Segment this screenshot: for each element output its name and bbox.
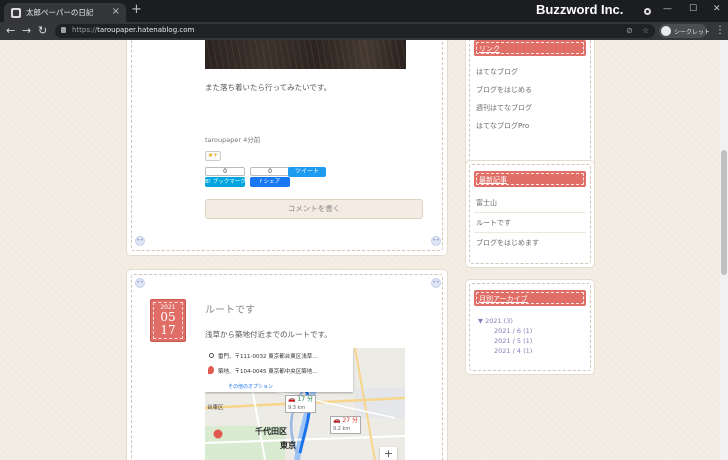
origin-icon (209, 353, 214, 358)
lock-icon (61, 27, 66, 33)
route-origin: 雷門、〒111-0032 東京都台東区浅草... (218, 354, 318, 360)
sidebar-recent-module: 最新記事 富士山 ルートです ブログをはじめます (466, 161, 594, 267)
date-month: 05 (160, 310, 176, 324)
divider (474, 212, 586, 213)
map-label: 千代田区 (255, 427, 287, 436)
corner-decoration-icon: •• (431, 236, 441, 246)
map-label: 東京 (280, 441, 296, 450)
sidebar-link[interactable]: ブログをはじめる (476, 85, 532, 95)
sidebar-archive-heading[interactable]: 月別アーカイブ (474, 290, 586, 306)
article-text: また落ち着いたら行ってみたいです。 (205, 83, 332, 92)
entry-title[interactable]: ルートです (205, 301, 255, 316)
map-label: 台東区 (207, 405, 224, 411)
url-text[interactable]: https://taroupaper.hatenablog.com (72, 26, 194, 34)
tab-title: 太郎ペーパーの日記 (26, 8, 94, 17)
maximize-icon[interactable]: ☐ (689, 2, 697, 16)
article-text: 浅草から築地付近までのルートです。 (205, 330, 332, 339)
divider (474, 232, 586, 233)
reload-icon[interactable]: ↻ (38, 23, 47, 39)
archive-month-link[interactable]: 2021 / 5 (1) (494, 337, 532, 345)
post-image (205, 40, 406, 69)
recent-entry-link[interactable]: ルートです (476, 218, 511, 228)
date-day: 17 (160, 323, 176, 337)
hatena-count: 0 (205, 167, 245, 176)
recent-entry-link[interactable]: 富士山 (476, 198, 497, 208)
sidebar-archive-module: 月別アーカイブ ▼ 2021 (3) 2021 / 6 (1) 2021 / 5… (466, 280, 594, 374)
sidebar-recent-heading[interactable]: 最新記事 (474, 171, 586, 187)
blog-favicon-icon (11, 8, 21, 18)
date-badge: 2021 05 17 (150, 299, 186, 342)
tab-close-icon[interactable]: × (112, 5, 120, 19)
incognito-icon (661, 26, 671, 36)
browser-titlebar: 太郎ペーパーの日記 × + Buzzword Inc. — ☐ ✕ (0, 0, 728, 22)
page-scrollbar[interactable] (720, 40, 728, 460)
kebab-icon[interactable]: ⋮ (715, 23, 725, 39)
sidebar-links-heading[interactable]: リンク (474, 40, 586, 56)
car-icon: 🚗 (333, 417, 341, 424)
record-icon (644, 8, 651, 15)
eye-off-icon[interactable]: ⊘ (626, 25, 633, 37)
directions-panel: 雷門、〒111-0032 東京都台東区浅草... 築地、〒104-0045 東京… (205, 348, 353, 392)
scrollbar-thumb[interactable] (721, 150, 727, 275)
sidebar-link[interactable]: はてなブログPro (476, 121, 529, 131)
article-card (127, 40, 447, 255)
archive-month-link[interactable]: 2021 / 4 (1) (494, 347, 532, 355)
profile-label: シークレット (674, 29, 711, 36)
destination-pin-icon (208, 366, 214, 374)
add-star-button[interactable]: ★+ (205, 151, 221, 161)
route-map[interactable]: 雷門、〒111-0032 東京都台東区浅草... 築地、〒104-0045 東京… (205, 348, 405, 460)
write-comment-button[interactable]: コメントを書く (205, 199, 423, 219)
incognito-profile-button[interactable]: シークレット (659, 24, 711, 38)
recent-entry-link[interactable]: ブログをはじめます (476, 238, 539, 248)
back-icon[interactable]: ← (6, 23, 15, 39)
minimize-icon[interactable]: — (663, 2, 672, 16)
sidebar-link[interactable]: 週刊はてなブログ (476, 103, 532, 113)
facebook-share-button[interactable]: f シェア (250, 177, 290, 187)
page-viewport: また落ち着いたら行ってみたいです。 taroupaper 4分前 ★+ 0 B!… (0, 40, 720, 460)
browser-toolbar: ← → ↻ https://taroupaper.hatenablog.com … (0, 22, 728, 40)
facebook-count: 0 (250, 167, 290, 176)
hatena-bookmark-button[interactable]: B! ブックマーク (205, 177, 246, 187)
tweet-button[interactable]: ツイート (288, 167, 326, 177)
archive-year-toggle[interactable]: ▼ 2021 (3) (478, 317, 513, 325)
route-option-2[interactable]: 🚗 27 分 9.2 km (330, 416, 361, 434)
corner-decoration-icon: •• (431, 278, 441, 288)
star-icon[interactable]: ☆ (642, 25, 649, 37)
archive-month-link[interactable]: 2021 / 6 (1) (494, 327, 532, 335)
sidebar-link[interactable]: はてなブログ (476, 67, 518, 77)
close-icon[interactable]: ✕ (713, 2, 721, 16)
browser-tab[interactable]: 太郎ペーパーの日記 × (4, 3, 126, 22)
forward-icon[interactable]: → (22, 23, 31, 39)
facebook-share-widget[interactable]: 0 f シェア (250, 167, 290, 188)
route-option-1[interactable]: 🚗 17 分 9.3 km (285, 395, 316, 413)
corner-decoration-icon: •• (135, 278, 145, 288)
new-tab-button[interactable]: + (131, 2, 142, 18)
more-options-link[interactable]: その他のオプション (228, 383, 273, 390)
hatena-bookmark-widget[interactable]: 0 B! ブックマーク (205, 167, 246, 188)
address-bar[interactable]: https://taroupaper.hatenablog.com ⊘ ☆ (55, 24, 655, 38)
author-time[interactable]: taroupaper 4分前 (205, 134, 260, 144)
zoom-in-button[interactable]: + (380, 447, 397, 460)
corner-decoration-icon: •• (135, 236, 145, 246)
car-icon: 🚗 (288, 396, 296, 403)
watermark: Buzzword Inc. (536, 2, 624, 17)
route-destination: 築地、〒104-0045 東京都中央区築地... (218, 369, 318, 375)
date-year: 2021 (160, 304, 176, 311)
